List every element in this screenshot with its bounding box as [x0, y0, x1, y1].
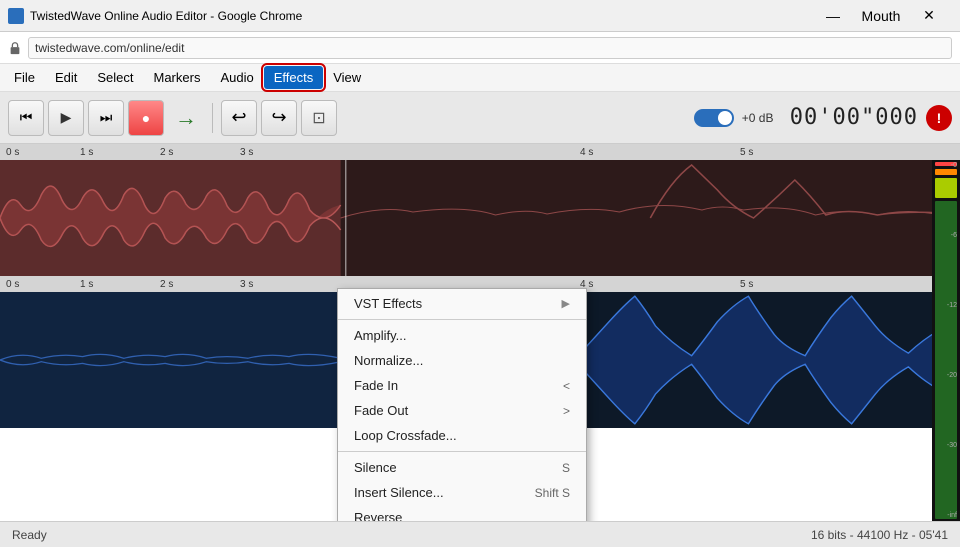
- dd-fade-out-shortcut: >: [563, 404, 570, 418]
- dd-reverse-label: Reverse: [354, 510, 402, 521]
- vu-label-30: -30: [947, 442, 957, 449]
- snap-button[interactable]: ⊡: [301, 100, 337, 136]
- skip-back-button[interactable]: ⏮: [8, 100, 44, 136]
- skip-forward-button[interactable]: ⏭: [88, 100, 124, 136]
- menu-file[interactable]: File: [4, 66, 45, 89]
- db-display: +0 dB: [742, 111, 782, 125]
- dd-sep-2: [338, 451, 586, 452]
- dd-fade-in-label: Fade In: [354, 378, 398, 393]
- effects-dropdown: VST Effects ▶ Amplify... Normalize... Fa…: [337, 288, 587, 521]
- status-ready: Ready: [12, 528, 47, 542]
- dd-vst-effects-arrow: ▶: [562, 297, 570, 310]
- redo-button[interactable]: ↪: [261, 100, 297, 136]
- status-info: 16 bits - 44100 Hz - 05'41: [811, 528, 948, 542]
- vu-label-12: -12: [947, 302, 957, 309]
- menu-effects[interactable]: Effects: [264, 66, 324, 89]
- menu-select[interactable]: Select: [87, 66, 143, 89]
- dd-insert-silence-shortcut: Shift S: [535, 486, 570, 500]
- undo-button[interactable]: ↩: [221, 100, 257, 136]
- dd-fade-out[interactable]: Fade Out >: [338, 398, 586, 423]
- arrow-right-button[interactable]: →: [168, 100, 204, 136]
- dd-fade-in-shortcut: <: [563, 379, 570, 393]
- dd-amplify[interactable]: Amplify...: [338, 323, 586, 348]
- menu-view[interactable]: View: [323, 66, 371, 89]
- title-bar-left: TwistedWave Online Audio Editor - Google…: [8, 8, 302, 24]
- record-button[interactable]: ●: [128, 100, 164, 136]
- dd-reverse[interactable]: Reverse: [338, 505, 586, 521]
- menu-edit[interactable]: Edit: [45, 66, 87, 89]
- window-title: TwistedWave Online Audio Editor - Google…: [30, 9, 302, 23]
- dd-silence-shortcut: S: [562, 461, 570, 475]
- dd-normalize[interactable]: Normalize...: [338, 348, 586, 373]
- dd-sep-1: [338, 319, 586, 320]
- menu-bar: File Edit Select Markers Audio Effects V…: [0, 64, 960, 92]
- title-bar: TwistedWave Online Audio Editor - Google…: [0, 0, 960, 32]
- dd-loop-crossfade-label: Loop Crossfade...: [354, 428, 457, 443]
- vu-label-inf: -inf: [947, 512, 957, 519]
- volume-section: +0 dB 00'00"000 !: [694, 105, 952, 131]
- menu-markers[interactable]: Markers: [144, 66, 211, 89]
- vu-meter: -0 -6 -12 -20 -30 -inf: [932, 160, 960, 521]
- vu-label-20: -20: [947, 372, 957, 379]
- vu-label-0: -0: [947, 162, 957, 169]
- alert-button[interactable]: !: [926, 105, 952, 131]
- close-button[interactable]: ✕: [906, 0, 952, 32]
- dd-fade-out-label: Fade Out: [354, 403, 408, 418]
- address-bar: [0, 32, 960, 64]
- main-area: 0 s 1 s 2 s 3 s 4 s 5 s: [0, 144, 960, 521]
- time-display: 00'00"000: [790, 105, 918, 130]
- lock-icon: [8, 41, 22, 55]
- dd-amplify-label: Amplify...: [354, 328, 407, 343]
- title-bar-controls: — Mouth ✕: [810, 0, 952, 32]
- toolbar: ⏮ ▶ ⏭ ● → ↩ ↪ ⊡ +0 dB 00'00"000 !: [0, 92, 960, 144]
- menu-audio[interactable]: Audio: [210, 66, 263, 89]
- vu-label-6: -6: [947, 232, 957, 239]
- volume-toggle[interactable]: [694, 109, 734, 127]
- dd-vst-effects-label: VST Effects: [354, 296, 422, 311]
- dd-fade-in[interactable]: Fade In <: [338, 373, 586, 398]
- minimize-button[interactable]: —: [810, 0, 856, 32]
- app-icon: [8, 8, 24, 24]
- top-waveform: [0, 160, 960, 276]
- dd-insert-silence[interactable]: Insert Silence... Shift S: [338, 480, 586, 505]
- address-input[interactable]: [28, 37, 952, 59]
- status-bar: Ready 16 bits - 44100 Hz - 05'41: [0, 521, 960, 547]
- dd-silence[interactable]: Silence S: [338, 455, 586, 480]
- dd-vst-effects[interactable]: VST Effects ▶: [338, 291, 586, 316]
- dd-normalize-label: Normalize...: [354, 353, 423, 368]
- maximize-button[interactable]: Mouth: [858, 0, 904, 32]
- dd-insert-silence-label: Insert Silence...: [354, 485, 444, 500]
- play-button[interactable]: ▶: [48, 100, 84, 136]
- toolbar-separator-1: [212, 103, 213, 133]
- dd-loop-crossfade[interactable]: Loop Crossfade...: [338, 423, 586, 448]
- dd-silence-label: Silence: [354, 460, 397, 475]
- top-ruler: 0 s 1 s 2 s 3 s 4 s 5 s: [0, 144, 960, 160]
